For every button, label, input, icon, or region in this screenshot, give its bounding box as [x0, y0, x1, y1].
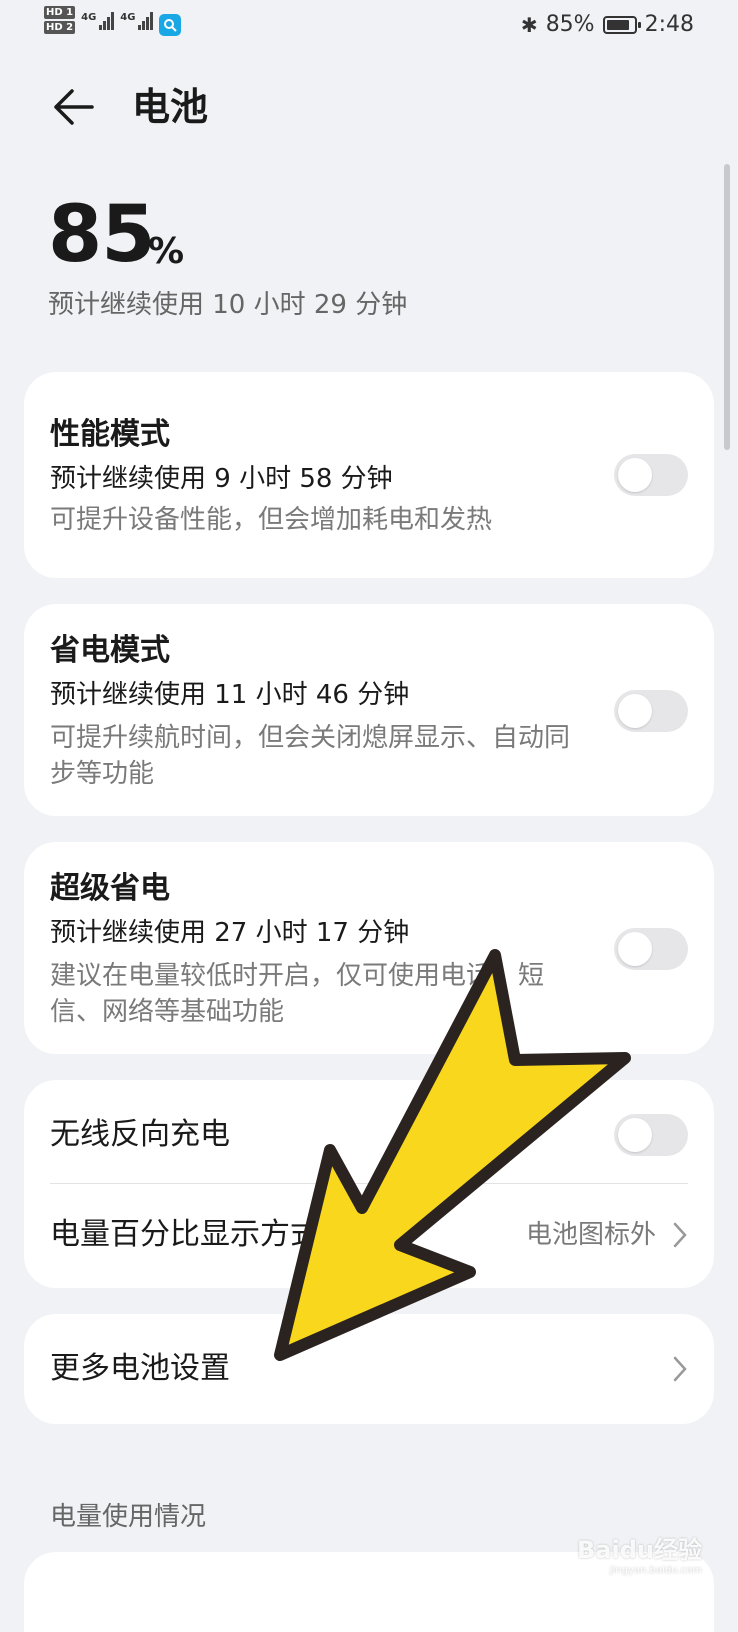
performance-mode-desc: 可提升设备性能，但会增加耗电和发热: [50, 505, 493, 535]
chevron-right-icon: [673, 1356, 687, 1382]
back-arrow-icon[interactable]: [50, 84, 96, 130]
wireless-reverse-toggle[interactable]: [614, 1114, 688, 1156]
more-battery-settings-row[interactable]: 更多电池设置: [24, 1314, 714, 1424]
performance-mode-toggle[interactable]: [614, 454, 688, 496]
signal-icon-2: 4G: [120, 12, 154, 30]
performance-mode-estimate: 预计继续使用 9 小时 58 分钟: [50, 464, 393, 494]
power-saving-title: 省电模式: [50, 633, 170, 668]
battery-estimate: 预计继续使用 10 小时 29 分钟: [48, 290, 408, 320]
usage-section-label: 电量使用情况: [50, 1502, 207, 1532]
power-saving-toggle[interactable]: [614, 690, 688, 732]
status-right: ✱ 85% 2:48: [521, 12, 694, 37]
ultra-power-saving-title: 超级省电: [50, 871, 170, 906]
signal-icon-1: 4G: [81, 12, 115, 30]
hd-2-badge: HD 2: [44, 21, 76, 34]
percent-display-row[interactable]: 电量百分比显示方式 电池图标外: [24, 1184, 714, 1288]
ultra-power-saving-desc: 建议在电量较低时开启，仅可使用电话、短信、网络等基础功能: [50, 961, 545, 1027]
bluetooth-icon: ✱: [520, 12, 538, 37]
ultra-power-saving-estimate: 预计继续使用 27 小时 17 分钟: [50, 918, 410, 948]
power-saving-estimate: 预计继续使用 11 小时 46 分钟: [50, 680, 410, 710]
search-app-icon: [159, 14, 182, 36]
clock: 2:48: [644, 12, 694, 37]
charging-options-card: 无线反向充电 电量百分比显示方式 电池图标外: [24, 1080, 714, 1288]
wireless-reverse-label: 无线反向充电: [50, 1117, 230, 1152]
battery-icon: [602, 15, 641, 34]
hd-1-badge: HD 1: [44, 6, 76, 19]
percent-display-value: 电池图标外: [525, 1220, 656, 1250]
status-bar: HD 1 HD 2 4G 4G ✱ 85% 2:48: [0, 0, 738, 56]
percent-display-label: 电量百分比显示方式: [50, 1217, 320, 1252]
battery-level-value: 85: [48, 190, 156, 280]
ultra-power-saving-card: 超级省电 预计继续使用 27 小时 17 分钟 建议在电量较低时开启，仅可使用电…: [24, 842, 714, 1054]
status-left: HD 1 HD 2 4G 4G: [44, 6, 182, 36]
scrollbar[interactable]: [724, 164, 730, 450]
chevron-right-icon: [673, 1222, 687, 1248]
performance-mode-card: 性能模式 预计继续使用 9 小时 58 分钟 可提升设备性能，但会增加耗电和发热: [24, 372, 714, 578]
battery-level-unit: %: [148, 231, 185, 272]
more-battery-settings-label: 更多电池设置: [50, 1351, 230, 1386]
page-title: 电池: [132, 85, 209, 129]
battery-percent-text: 85%: [545, 12, 595, 37]
baidu-watermark: Baidu经验 jingyan.baidu.com: [577, 1536, 702, 1576]
ultra-power-saving-toggle[interactable]: [614, 928, 688, 970]
performance-mode-title: 性能模式: [50, 417, 170, 452]
power-saving-card: 省电模式 预计继续使用 11 小时 46 分钟 可提升续航时间，但会关闭熄屏显示…: [24, 604, 714, 816]
power-saving-desc: 可提升续航时间，但会关闭熄屏显示、自动同步等功能: [50, 723, 571, 789]
